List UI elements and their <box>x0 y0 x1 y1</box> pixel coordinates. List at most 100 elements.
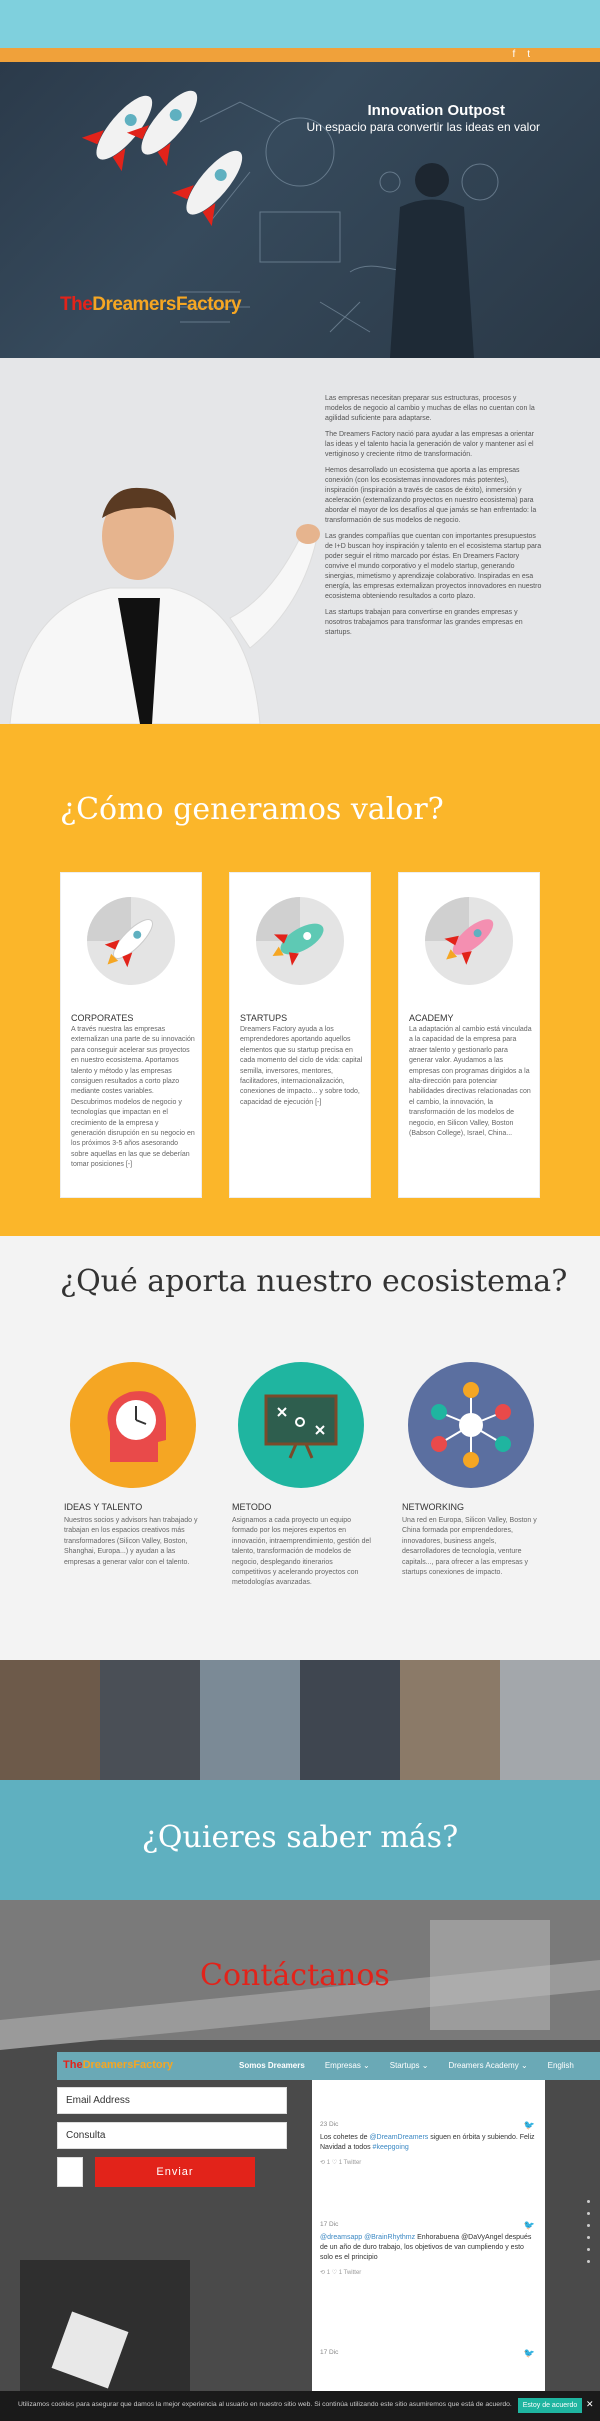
network-people-icon <box>408 1362 534 1488</box>
hero-subtitle: Un espacio para convertir las ideas en v… <box>306 120 540 134</box>
nav-item-dreamers-academy[interactable]: Dreamers Academy ⌄ <box>448 2061 527 2070</box>
nav-item-english[interactable]: English <box>548 2061 574 2070</box>
feature-title: METODO <box>232 1502 272 1512</box>
tweet-time: 17 Dic <box>320 2221 339 2228</box>
nav-item-empresas[interactable]: Empresas ⌄ <box>325 2061 370 2070</box>
cookie-accept-button[interactable]: Estoy de acuerdo <box>518 2398 582 2413</box>
gallery-photo <box>500 1660 600 1780</box>
intro-paragraph: The Dreamers Factory nació para ayudar a… <box>325 431 534 458</box>
feature-metodo: METODO Asignamos a cada proyecto un equi… <box>232 1362 402 1589</box>
nav-item-somos-dreamers[interactable]: Somos Dreamers <box>239 2061 305 2070</box>
twitter-icon[interactable]: t <box>527 49 530 60</box>
close-icon[interactable]: ✕ <box>586 2399 594 2410</box>
tweet-mention-link[interactable]: @DreamDreamers <box>369 2134 428 2141</box>
nav-item-startups[interactable]: Startups ⌄ <box>390 2061 429 2070</box>
feature-networking: NETWORKING Una red en Europa, Silicon Va… <box>402 1362 572 1578</box>
rocket-icon <box>425 897 513 985</box>
intro-paragraph: Hemos desarrollado un ecosistema que apo… <box>325 467 537 524</box>
card-text: La adaptación al cambio está vinculada a… <box>409 1026 532 1138</box>
nav-logo[interactable]: TheDreamersFactory <box>63 2059 173 2071</box>
tweet: 🐦 17 Dic <box>320 2348 537 2361</box>
twitter-bird-icon: 🐦 <box>523 2220 535 2230</box>
main-nav: TheDreamersFactory Somos Dreamers Empres… <box>57 2052 600 2080</box>
rocket-icon <box>256 897 344 985</box>
intro-paragraph: Las grandes compañías que cuentan con im… <box>325 533 542 600</box>
photo-gallery <box>0 1660 600 1780</box>
feature-title: NETWORKING <box>402 1502 464 1512</box>
more-info-section: ¿Quieres saber más? <box>0 1780 600 1900</box>
cookie-banner: Utilizamos cookies para asegurar que dam… <box>0 2391 600 2421</box>
ecosystem-title: ¿Qué aporta nuestro ecosistema? <box>60 1264 568 1299</box>
twitter-feed: 🐦 23 Dic Los cohetes de @DreamDreamers s… <box>312 2080 545 2421</box>
strategy-board-icon <box>238 1362 364 1488</box>
logo-rest: DreamersFactory <box>92 294 242 315</box>
feature-text: Asignamos a cada proyecto un equipo form… <box>232 1517 371 1587</box>
contact-title: Contáctanos <box>200 1958 390 1993</box>
card-text: Dreamers Factory ayuda a los emprendedor… <box>240 1026 363 1106</box>
facebook-icon[interactable]: f <box>512 49 515 60</box>
nav-logo-the: The <box>63 2059 83 2071</box>
businessman-figure <box>390 163 474 358</box>
intro-text: Las empresas necesitan preparar sus estr… <box>325 394 543 644</box>
intro-paragraph: Las startups trabajan para convertirse e… <box>325 609 523 636</box>
gallery-photo <box>400 1660 500 1780</box>
captcha-checkbox[interactable] <box>57 2157 83 2187</box>
tweet-text: Los cohetes de @DreamDreamers siguen en … <box>320 2133 537 2153</box>
slider-dot[interactable] <box>587 2260 590 2263</box>
gallery-photo <box>200 1660 300 1780</box>
hero-logo: TheDreamersFactory <box>60 294 242 316</box>
slider-dot[interactable] <box>587 2212 590 2215</box>
twitter-bird-icon: 🐦 <box>523 2120 535 2130</box>
top-bar <box>0 0 600 48</box>
hero-title: Innovation Outpost <box>367 102 505 119</box>
contact-form: Email Address Consulta Enviar <box>57 2087 287 2187</box>
gallery-photo <box>0 1660 100 1780</box>
tweet: 🐦 23 Dic Los cohetes de @DreamDreamers s… <box>320 2120 537 2168</box>
cookie-message: Utilizamos cookies para asegurar que dam… <box>18 2401 512 2408</box>
send-button[interactable]: Enviar <box>95 2157 255 2187</box>
slider-dot[interactable] <box>587 2200 590 2203</box>
tweet-hashtag-link[interactable]: #keepgoing <box>373 2144 409 2151</box>
gallery-photo <box>100 1660 200 1780</box>
contact-section: Contáctanos TheDreamersFactory Somos Dre… <box>0 1900 600 2421</box>
tweet-text-part: Los cohetes de <box>320 2134 370 2141</box>
feature-title: IDEAS Y TALENTO <box>64 1502 143 1512</box>
gallery-photo <box>300 1660 400 1780</box>
tweet-text: @dreamsapp @BrainRhythmz Enhorabuena @Da… <box>320 2233 537 2263</box>
tweet-time: 23 Dic <box>320 2121 339 2128</box>
tweet-mention-link[interactable]: @dreamsapp @BrainRhythmz <box>320 2234 415 2241</box>
tweet-actions[interactable]: ⟲ 1 ♡ 1 Twitter <box>320 2158 537 2168</box>
feature-text: Nuestros socios y advisors han trabajado… <box>64 1517 198 1566</box>
smiling-man-photo <box>9 487 320 724</box>
message-field[interactable]: Consulta <box>57 2122 287 2149</box>
logo-the: The <box>60 294 93 315</box>
slider-dot[interactable] <box>587 2248 590 2251</box>
hero-banner: Innovation Outpost Un espacio para conve… <box>0 62 600 358</box>
tweet: 🐦 17 Dic @dreamsapp @BrainRhythmz Enhora… <box>320 2220 537 2278</box>
slider-dot[interactable] <box>587 2236 590 2239</box>
rocket-icon <box>87 897 175 985</box>
tweet-time: 17 Dic <box>320 2349 339 2356</box>
feature-ideas: IDEAS Y TALENTO Nuestros socios y adviso… <box>64 1362 234 1568</box>
card-text: A través nuestra las empresas externaliz… <box>71 1026 195 1169</box>
card-title: STARTUPS <box>240 1013 288 1023</box>
feature-text: Una red en Europa, Silicon Valley, Bosto… <box>402 1517 537 1577</box>
card-title: CORPORATES <box>71 1013 134 1023</box>
card-title: ACADEMY <box>409 1013 454 1023</box>
slider-dots <box>587 2200 590 2263</box>
nav-logo-rest: DreamersFactory <box>82 2059 174 2071</box>
card-corporates: CORPORATES A través nuestra las empresas… <box>60 872 202 1198</box>
value-title: ¿Cómo generamos valor? <box>60 792 444 827</box>
intro-paragraph: Las empresas necesitan preparar sus estr… <box>325 395 535 422</box>
tweet-actions[interactable]: ⟲ 1 ♡ 1 Twitter <box>320 2268 537 2278</box>
accent-line: f t <box>0 48 600 62</box>
card-startups: STARTUPS Dreamers Factory ayuda a los em… <box>229 872 371 1198</box>
slider-dot[interactable] <box>587 2224 590 2227</box>
twitter-bird-icon: 🐦 <box>523 2348 535 2358</box>
value-section: ¿Cómo generamos valor? CORPORATES A trav… <box>0 724 600 1236</box>
intro-section: Las empresas necesitan preparar sus estr… <box>0 358 600 724</box>
brain-clock-icon <box>70 1362 196 1488</box>
ecosystem-section: ¿Qué aporta nuestro ecosistema? IDEAS Y … <box>0 1236 600 1660</box>
more-title: ¿Quieres saber más? <box>141 1820 459 1855</box>
email-field[interactable]: Email Address <box>57 2087 287 2114</box>
